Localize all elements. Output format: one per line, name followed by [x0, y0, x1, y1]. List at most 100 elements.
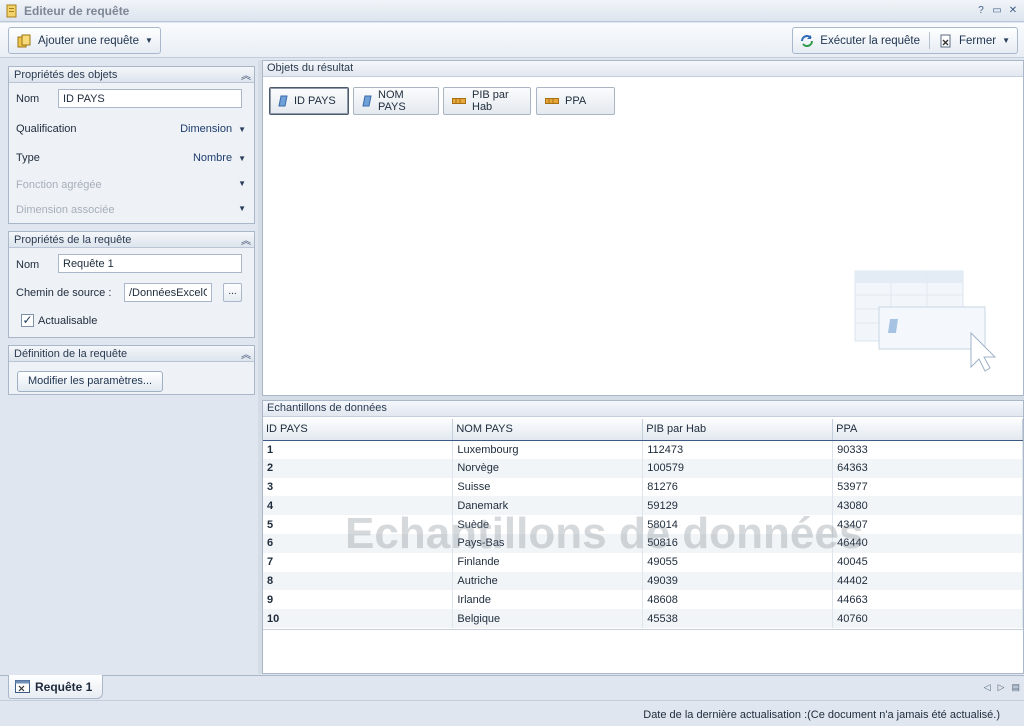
help-icon[interactable]: ?	[974, 4, 988, 17]
tab-list-icon[interactable]: ▤	[1011, 682, 1020, 693]
table-row[interactable]: 5 Suède 58014 43407	[263, 515, 1023, 534]
query-name-label: Nom	[16, 259, 40, 271]
cell-gdp: 49039	[642, 571, 834, 591]
cell-gdp: 45538	[642, 609, 834, 628]
cell-ppp: 44402	[832, 571, 1023, 591]
browse-button[interactable]: ...	[223, 283, 242, 302]
table-row[interactable]: 2 Norvège 100579 64363	[263, 458, 1023, 478]
cell-ppp: 40045	[832, 552, 1023, 572]
column-header-pib-par-hab[interactable]: PIB par Hab	[642, 419, 834, 441]
cell-ppp: 46440	[832, 533, 1023, 553]
object-name-input[interactable]	[58, 89, 242, 108]
next-tab-icon[interactable]: ▷	[998, 682, 1005, 693]
result-object-pib-par-hab[interactable]: PIB par Hab	[443, 87, 531, 115]
result-object-nom-pays[interactable]: NOM PAYS	[353, 87, 439, 115]
data-samples-title: Echantillons de données	[263, 401, 1023, 417]
cell-gdp: 59129	[642, 496, 834, 516]
left-pane: Propriétés des objets ︽ Nom Qualificatio…	[4, 60, 258, 674]
measure-icon	[452, 97, 466, 105]
query-definition-header: Définition de la requête ︽	[9, 346, 254, 362]
cell-gdp: 48608	[642, 590, 834, 610]
cell-country: Irlande	[452, 590, 644, 610]
table-row[interactable]: 4 Danemark 59129 43080	[263, 496, 1023, 516]
cell-ppp: 64363	[832, 458, 1023, 478]
cell-id: 8	[263, 571, 454, 591]
query-properties-title: Propriétés de la requête	[14, 233, 132, 246]
result-object-label: NOM PAYS	[378, 89, 406, 113]
refreshable-label: Actualisable	[38, 314, 98, 327]
table-row[interactable]: 3 Suisse 81276 53977	[263, 477, 1023, 497]
close-document-icon	[939, 34, 953, 48]
status-bar: Date de la dernière actualisation :(Ce d…	[0, 700, 1024, 726]
cell-id: 7	[263, 552, 454, 572]
result-objects-title: Objets du résultat	[263, 61, 1023, 77]
modify-parameters-button[interactable]: Modifier les paramètres...	[17, 371, 164, 392]
previous-tab-icon[interactable]: ◁	[984, 682, 991, 693]
cell-country: Danemark	[452, 496, 644, 516]
query-definition-title: Définition de la requête	[14, 347, 128, 360]
tab-requete-1[interactable]: Requête 1	[8, 675, 104, 699]
cell-country: Belgique	[452, 609, 644, 628]
table-row[interactable]: 1 Luxembourg 112473 90333	[263, 440, 1023, 459]
close-icon[interactable]: ✕	[1006, 4, 1020, 17]
collapse-icon[interactable]: ︽	[241, 67, 251, 82]
data-samples-table: ID PAYS NOM PAYS PIB par Hab PPA 1 Luxem…	[263, 419, 1023, 628]
cell-country: Finlande	[452, 552, 644, 572]
table-row[interactable]: 10 Belgique 45538 40760	[263, 609, 1023, 628]
type-select[interactable]: Nombre ▼	[193, 152, 246, 164]
chevron-down-icon: ▼	[145, 36, 153, 45]
qualification-value: Dimension	[180, 123, 233, 135]
cell-gdp: 49055	[642, 552, 834, 572]
column-header-id-pays[interactable]: ID PAYS	[263, 419, 454, 441]
data-samples-panel: Echantillons de données ID PAYS NOM PAYS…	[262, 400, 1024, 674]
cell-country: Suisse	[452, 477, 644, 497]
query-definition-panel: Définition de la requête ︽ Modifier les …	[8, 345, 255, 395]
window-title: Editeur de requête	[24, 3, 130, 18]
result-object-ppa[interactable]: PPA	[536, 87, 615, 115]
collapse-icon[interactable]: ︽	[241, 232, 251, 247]
source-path-label: Chemin de source :	[16, 287, 112, 299]
toolbar: Ajouter une requête ▼ Exécuter la requêt…	[0, 23, 1024, 58]
cell-country: Autriche	[452, 571, 644, 591]
run-query-button[interactable]: Exécuter la requête	[800, 34, 920, 48]
cell-id: 3	[263, 477, 454, 497]
table-row[interactable]: 6 Pays-Bas 50816 46440	[263, 533, 1023, 553]
toolbar-right-group: Exécuter la requête Fermer ▼	[792, 27, 1018, 54]
tab-label: Requête 1	[35, 679, 93, 694]
cell-country: Luxembourg	[452, 440, 644, 459]
drop-target-illustration-icon	[854, 270, 997, 372]
cell-gdp: 81276	[642, 477, 834, 497]
table-row[interactable]: 7 Finlande 49055 40045	[263, 552, 1023, 572]
column-header-nom-pays[interactable]: NOM PAYS	[452, 419, 644, 441]
cell-ppp: 44663	[832, 590, 1023, 610]
table-row[interactable]: 8 Autriche 49039 44402	[263, 571, 1023, 591]
query-name-input[interactable]	[58, 254, 242, 273]
table-row[interactable]: 9 Irlande 48608 44663	[263, 590, 1023, 610]
maximize-icon[interactable]: ▭	[990, 4, 1004, 17]
cell-id: 9	[263, 590, 454, 610]
associated-dimension-label: Dimension associée	[16, 204, 115, 216]
cell-id: 4	[263, 496, 454, 516]
run-query-label: Exécuter la requête	[820, 34, 921, 47]
qualification-select[interactable]: Dimension ▼	[180, 123, 246, 135]
dimension-icon	[362, 95, 372, 107]
cell-id: 5	[263, 515, 454, 534]
query-tab-icon	[15, 680, 30, 693]
cell-gdp: 58014	[642, 515, 834, 534]
query-editor-icon	[6, 4, 18, 18]
add-query-button[interactable]: Ajouter une requête ▼	[8, 27, 161, 54]
close-label: Fermer	[959, 34, 997, 47]
cell-country: Suède	[452, 515, 644, 534]
refreshable-checkbox[interactable]: ✓ Actualisable	[21, 314, 97, 327]
collapse-icon[interactable]: ︽	[241, 346, 251, 361]
query-properties-header: Propriétés de la requête ︽	[9, 232, 254, 248]
table-bottom-border	[263, 629, 1023, 630]
result-object-id-pays[interactable]: ID PAYS	[269, 87, 349, 115]
source-path-input[interactable]	[124, 283, 212, 302]
dimension-icon	[278, 95, 288, 107]
close-button[interactable]: Fermer ▼	[939, 34, 1010, 48]
column-header-ppa[interactable]: PPA	[832, 419, 1023, 441]
add-query-icon	[16, 33, 32, 49]
table-header-row: ID PAYS NOM PAYS PIB par Hab PPA	[263, 419, 1023, 441]
cell-ppp: 40760	[832, 609, 1023, 628]
